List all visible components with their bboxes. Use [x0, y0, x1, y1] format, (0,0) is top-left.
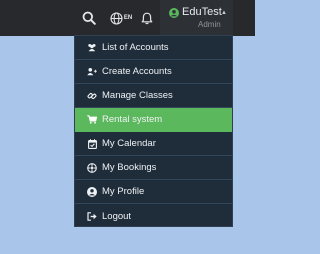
link-icon — [87, 91, 97, 101]
search-icon[interactable] — [79, 0, 99, 36]
menu-item-list-of-accounts[interactable]: List of Accounts — [75, 36, 232, 60]
caret-up-icon: ▲ — [221, 10, 227, 16]
menu-item-manage-classes[interactable]: Manage Classes — [75, 84, 232, 108]
menu-item-label: List of Accounts — [102, 42, 169, 53]
top-navbar: EN EduTest ▲ Admin — [0, 0, 255, 36]
user-dropdown-menu: List of Accounts Create Accounts Manage … — [74, 35, 233, 227]
menu-item-my-calendar[interactable]: My Calendar — [75, 132, 232, 156]
menu-item-label: Create Accounts — [102, 66, 172, 77]
users-icon — [87, 43, 97, 53]
user-circle-icon — [87, 186, 97, 197]
user-role: Admin — [198, 20, 221, 29]
menu-item-create-accounts[interactable]: Create Accounts — [75, 60, 232, 84]
user-plus-icon — [87, 67, 97, 77]
user-menu-toggle[interactable]: EduTest ▲ Admin — [160, 0, 233, 36]
menu-item-label: Rental system — [102, 114, 163, 125]
calendar-check-icon — [87, 138, 97, 149]
menu-item-label: My Calendar — [102, 138, 156, 149]
language-code: EN — [123, 15, 133, 21]
menu-item-label: My Bookings — [102, 162, 157, 173]
user-name: EduTest — [182, 6, 222, 18]
notifications-bell-icon[interactable] — [138, 0, 156, 36]
menu-item-rental-system[interactable]: Rental system — [75, 108, 232, 132]
bookings-icon — [87, 162, 97, 173]
menu-item-label: My Profile — [102, 186, 145, 197]
sign-out-icon — [87, 211, 97, 221]
menu-item-label: Logout — [102, 210, 132, 222]
menu-item-label: Manage Classes — [102, 90, 173, 101]
user-avatar-icon — [169, 8, 179, 18]
cart-icon — [87, 115, 97, 125]
menu-item-my-profile[interactable]: My Profile — [75, 180, 232, 204]
menu-item-logout[interactable]: Logout — [75, 204, 232, 228]
language-switcher[interactable]: EN — [106, 0, 136, 36]
globe-icon — [110, 11, 123, 25]
menu-item-my-bookings[interactable]: My Bookings — [75, 156, 232, 180]
